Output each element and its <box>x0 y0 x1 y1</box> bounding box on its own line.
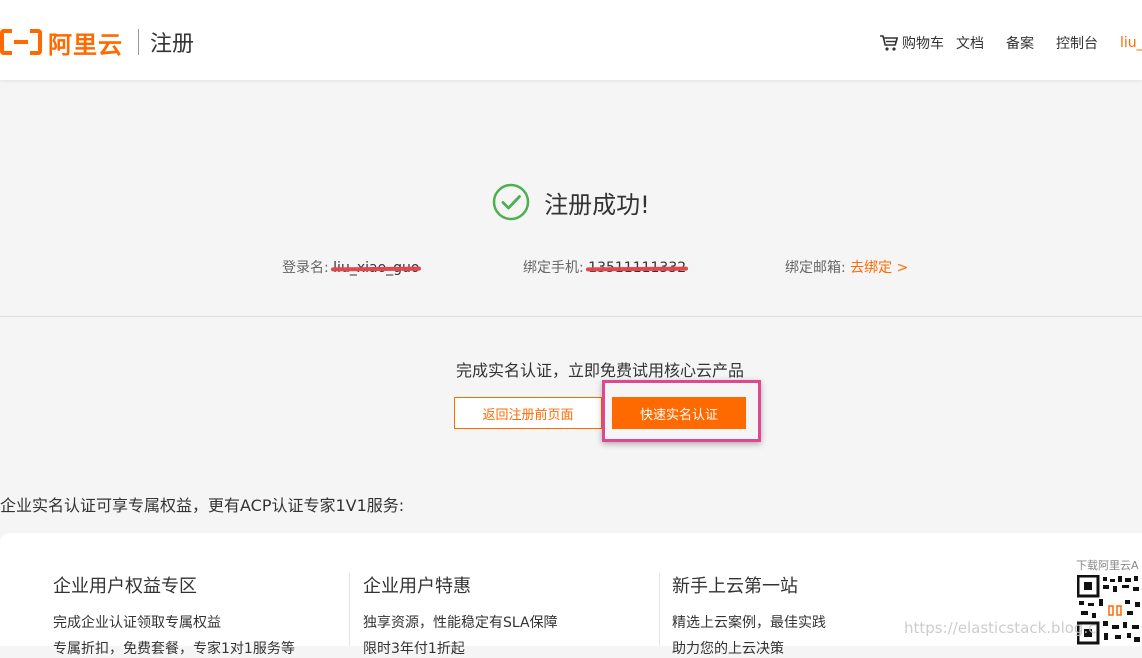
benefit-card-enterprise-offers[interactable]: 企业用户特惠 独享资源，性能稳定有SLA保障 限时3年付1折起 <box>363 572 558 658</box>
back-to-previous-button[interactable]: 返回注册前页面 <box>454 397 602 429</box>
login-name-label: 登录名: <box>282 260 329 276</box>
nav-cart[interactable]: 购物车 <box>879 33 944 53</box>
phone-label: 绑定手机: <box>523 260 584 276</box>
aliyun-logo[interactable]: 阿里云 注册 <box>0 22 194 62</box>
column-divider <box>349 573 350 646</box>
benefit-card-line: 独享资源，性能稳定有SLA保障 <box>363 615 558 631</box>
top-nav: 购物车 文档 备案 控制台 liu_ <box>879 33 1142 53</box>
check-circle-icon <box>492 183 530 221</box>
watermark-text: https://elasticstack.blog.c <box>904 619 1097 637</box>
benefit-card-line: 精选上云案例，最佳实践 <box>672 615 826 631</box>
benefit-card-title: 新手上云第一站 <box>672 576 798 597</box>
phone-value: 13511111332 <box>586 260 689 276</box>
redaction-mark <box>331 266 422 272</box>
app-download-label: 下载阿里云A <box>1076 559 1139 572</box>
benefit-card-line: 限时3年付1折起 <box>363 641 465 657</box>
bind-email-link[interactable]: 去绑定 > <box>850 260 908 276</box>
nav-console[interactable]: 控制台 <box>1056 33 1098 53</box>
section-divider <box>0 316 1142 317</box>
top-header: 阿里云 注册 购物车 文档 备案 控制台 liu_ <box>0 0 1142 80</box>
cart-icon <box>880 35 898 51</box>
benefit-card-line: 专属折扣，免费套餐，专家1对1服务等 <box>53 641 295 657</box>
email-label: 绑定邮箱: <box>785 260 846 276</box>
column-divider <box>659 573 660 646</box>
benefit-card-enterprise-rights[interactable]: 企业用户权益专区 完成企业认证领取专属权益 专属折扣，免费套餐，专家1对1服务等 <box>53 572 295 658</box>
aliyun-logo-icon <box>0 29 42 55</box>
quick-verify-button[interactable]: 快速实名认证 <box>612 397 746 429</box>
benefit-card-title: 企业用户权益专区 <box>53 576 197 597</box>
logo-divider <box>138 29 139 55</box>
nav-user[interactable]: liu_ <box>1120 35 1142 51</box>
benefit-card-line: 完成企业认证领取专属权益 <box>53 615 221 631</box>
benefit-card-line: 助力您的上云决策 <box>672 641 784 657</box>
benefits-heading: 企业实名认证可享专属权益，更有ACP认证专家1V1服务: <box>0 496 405 515</box>
success-message: 注册成功! <box>0 183 1142 221</box>
nav-docs[interactable]: 文档 <box>956 33 984 53</box>
success-title: 注册成功! <box>544 190 650 219</box>
email-info: 绑定邮箱: 去绑定 > <box>785 257 908 277</box>
benefit-card-newbie[interactable]: 新手上云第一站 精选上云案例，最佳实践 助力您的上云决策 <box>672 572 826 658</box>
login-name-value: liu_xiao_guo <box>331 260 422 276</box>
logo-text: 阿里云 <box>48 30 123 59</box>
verify-promo-text: 完成实名认证，立即免费试用核心云产品 <box>455 361 744 380</box>
phone-info: 绑定手机: 13511111332 <box>523 257 689 277</box>
nav-filing[interactable]: 备案 <box>1006 33 1034 53</box>
page-title: 注册 <box>150 32 195 57</box>
benefit-card-title: 企业用户特惠 <box>363 576 471 597</box>
login-name-info: 登录名: liu_xiao_guo <box>282 257 422 277</box>
nav-cart-label: 购物车 <box>902 36 944 52</box>
